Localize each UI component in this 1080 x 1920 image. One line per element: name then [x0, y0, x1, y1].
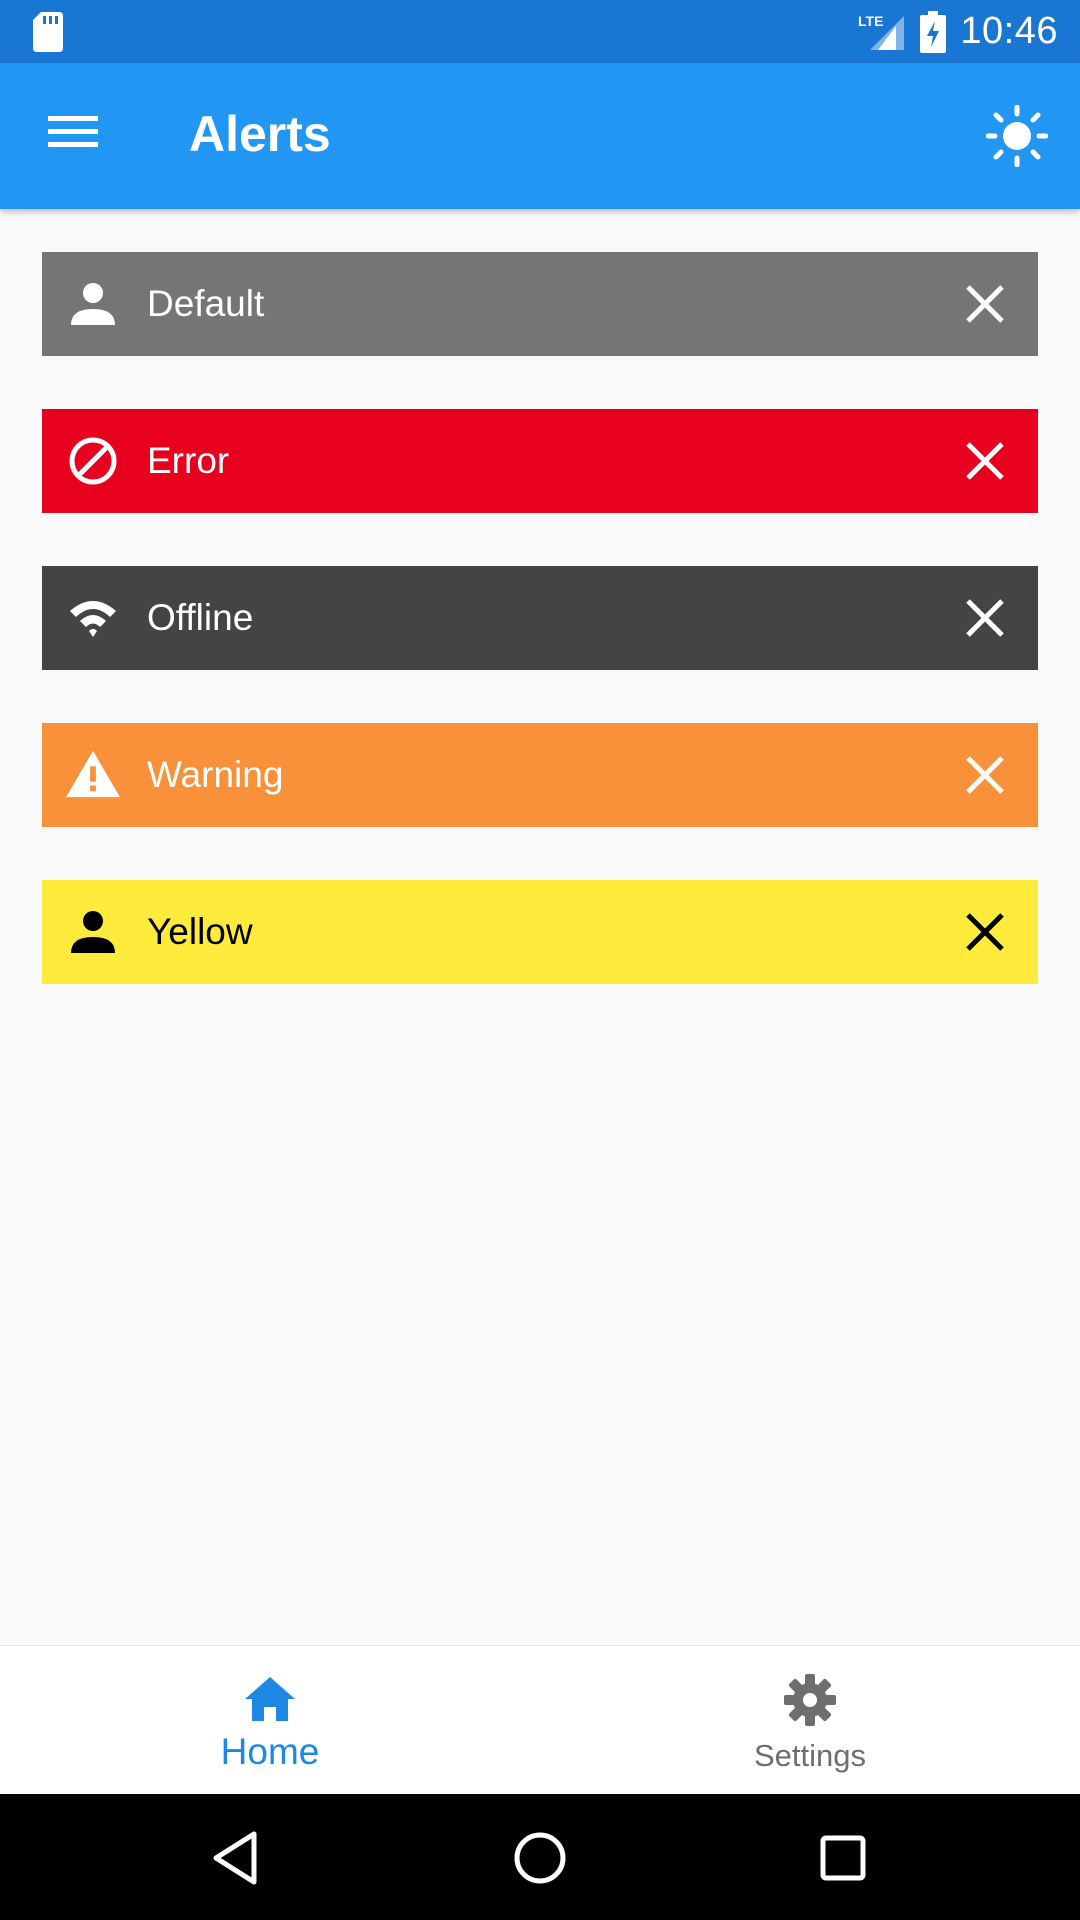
- battery-charging-icon: [920, 10, 947, 53]
- menu-icon[interactable]: [48, 112, 98, 152]
- status-bar: LTE 10:46: [0, 0, 1080, 63]
- page-title: Alerts: [189, 106, 331, 162]
- home-circle-icon[interactable]: [510, 1828, 570, 1888]
- person-icon: [71, 911, 115, 953]
- alert-offline: Offline: [42, 566, 1038, 670]
- close-icon[interactable]: [964, 283, 1006, 325]
- signal-icon: LTE: [858, 13, 905, 50]
- nav-item-settings[interactable]: Settings: [540, 1646, 1080, 1795]
- close-icon[interactable]: [964, 911, 1006, 953]
- alert-error: Error: [42, 409, 1038, 513]
- warning-icon: [66, 750, 120, 798]
- alert-label: Error: [147, 440, 230, 481]
- alert-label: Yellow: [147, 911, 253, 952]
- status-time: 10:46: [960, 10, 1058, 52]
- home-icon: [245, 1677, 295, 1721]
- alert-default: Default: [42, 252, 1038, 356]
- close-icon[interactable]: [964, 597, 1006, 639]
- nav-label-settings: Settings: [753, 1738, 866, 1773]
- bottom-navigation: Home Settings: [0, 1645, 1080, 1795]
- wifi-icon: [70, 601, 116, 637]
- alerts-list: Default Error Offline Warning Yellow: [42, 252, 1038, 1037]
- block-icon: [69, 437, 117, 485]
- person-icon: [71, 283, 115, 325]
- nav-item-home[interactable]: Home: [0, 1646, 540, 1795]
- alert-label: Warning: [147, 754, 284, 795]
- alert-yellow: Yellow: [42, 880, 1038, 984]
- gear-icon: [784, 1674, 836, 1726]
- recents-icon[interactable]: [813, 1828, 873, 1888]
- network-type-label: LTE: [858, 13, 883, 29]
- sun-icon[interactable]: [986, 105, 1048, 167]
- sd-card-icon: [33, 12, 63, 52]
- alert-label: Offline: [147, 597, 254, 638]
- alert-warning: Warning: [42, 723, 1038, 827]
- nav-label-home: Home: [220, 1731, 320, 1772]
- alert-label: Default: [147, 283, 265, 324]
- system-navigation-bar: [0, 1794, 1080, 1920]
- close-icon[interactable]: [964, 440, 1006, 482]
- app-bar: Alerts: [0, 63, 1080, 209]
- close-icon[interactable]: [964, 754, 1006, 796]
- back-icon[interactable]: [206, 1828, 266, 1888]
